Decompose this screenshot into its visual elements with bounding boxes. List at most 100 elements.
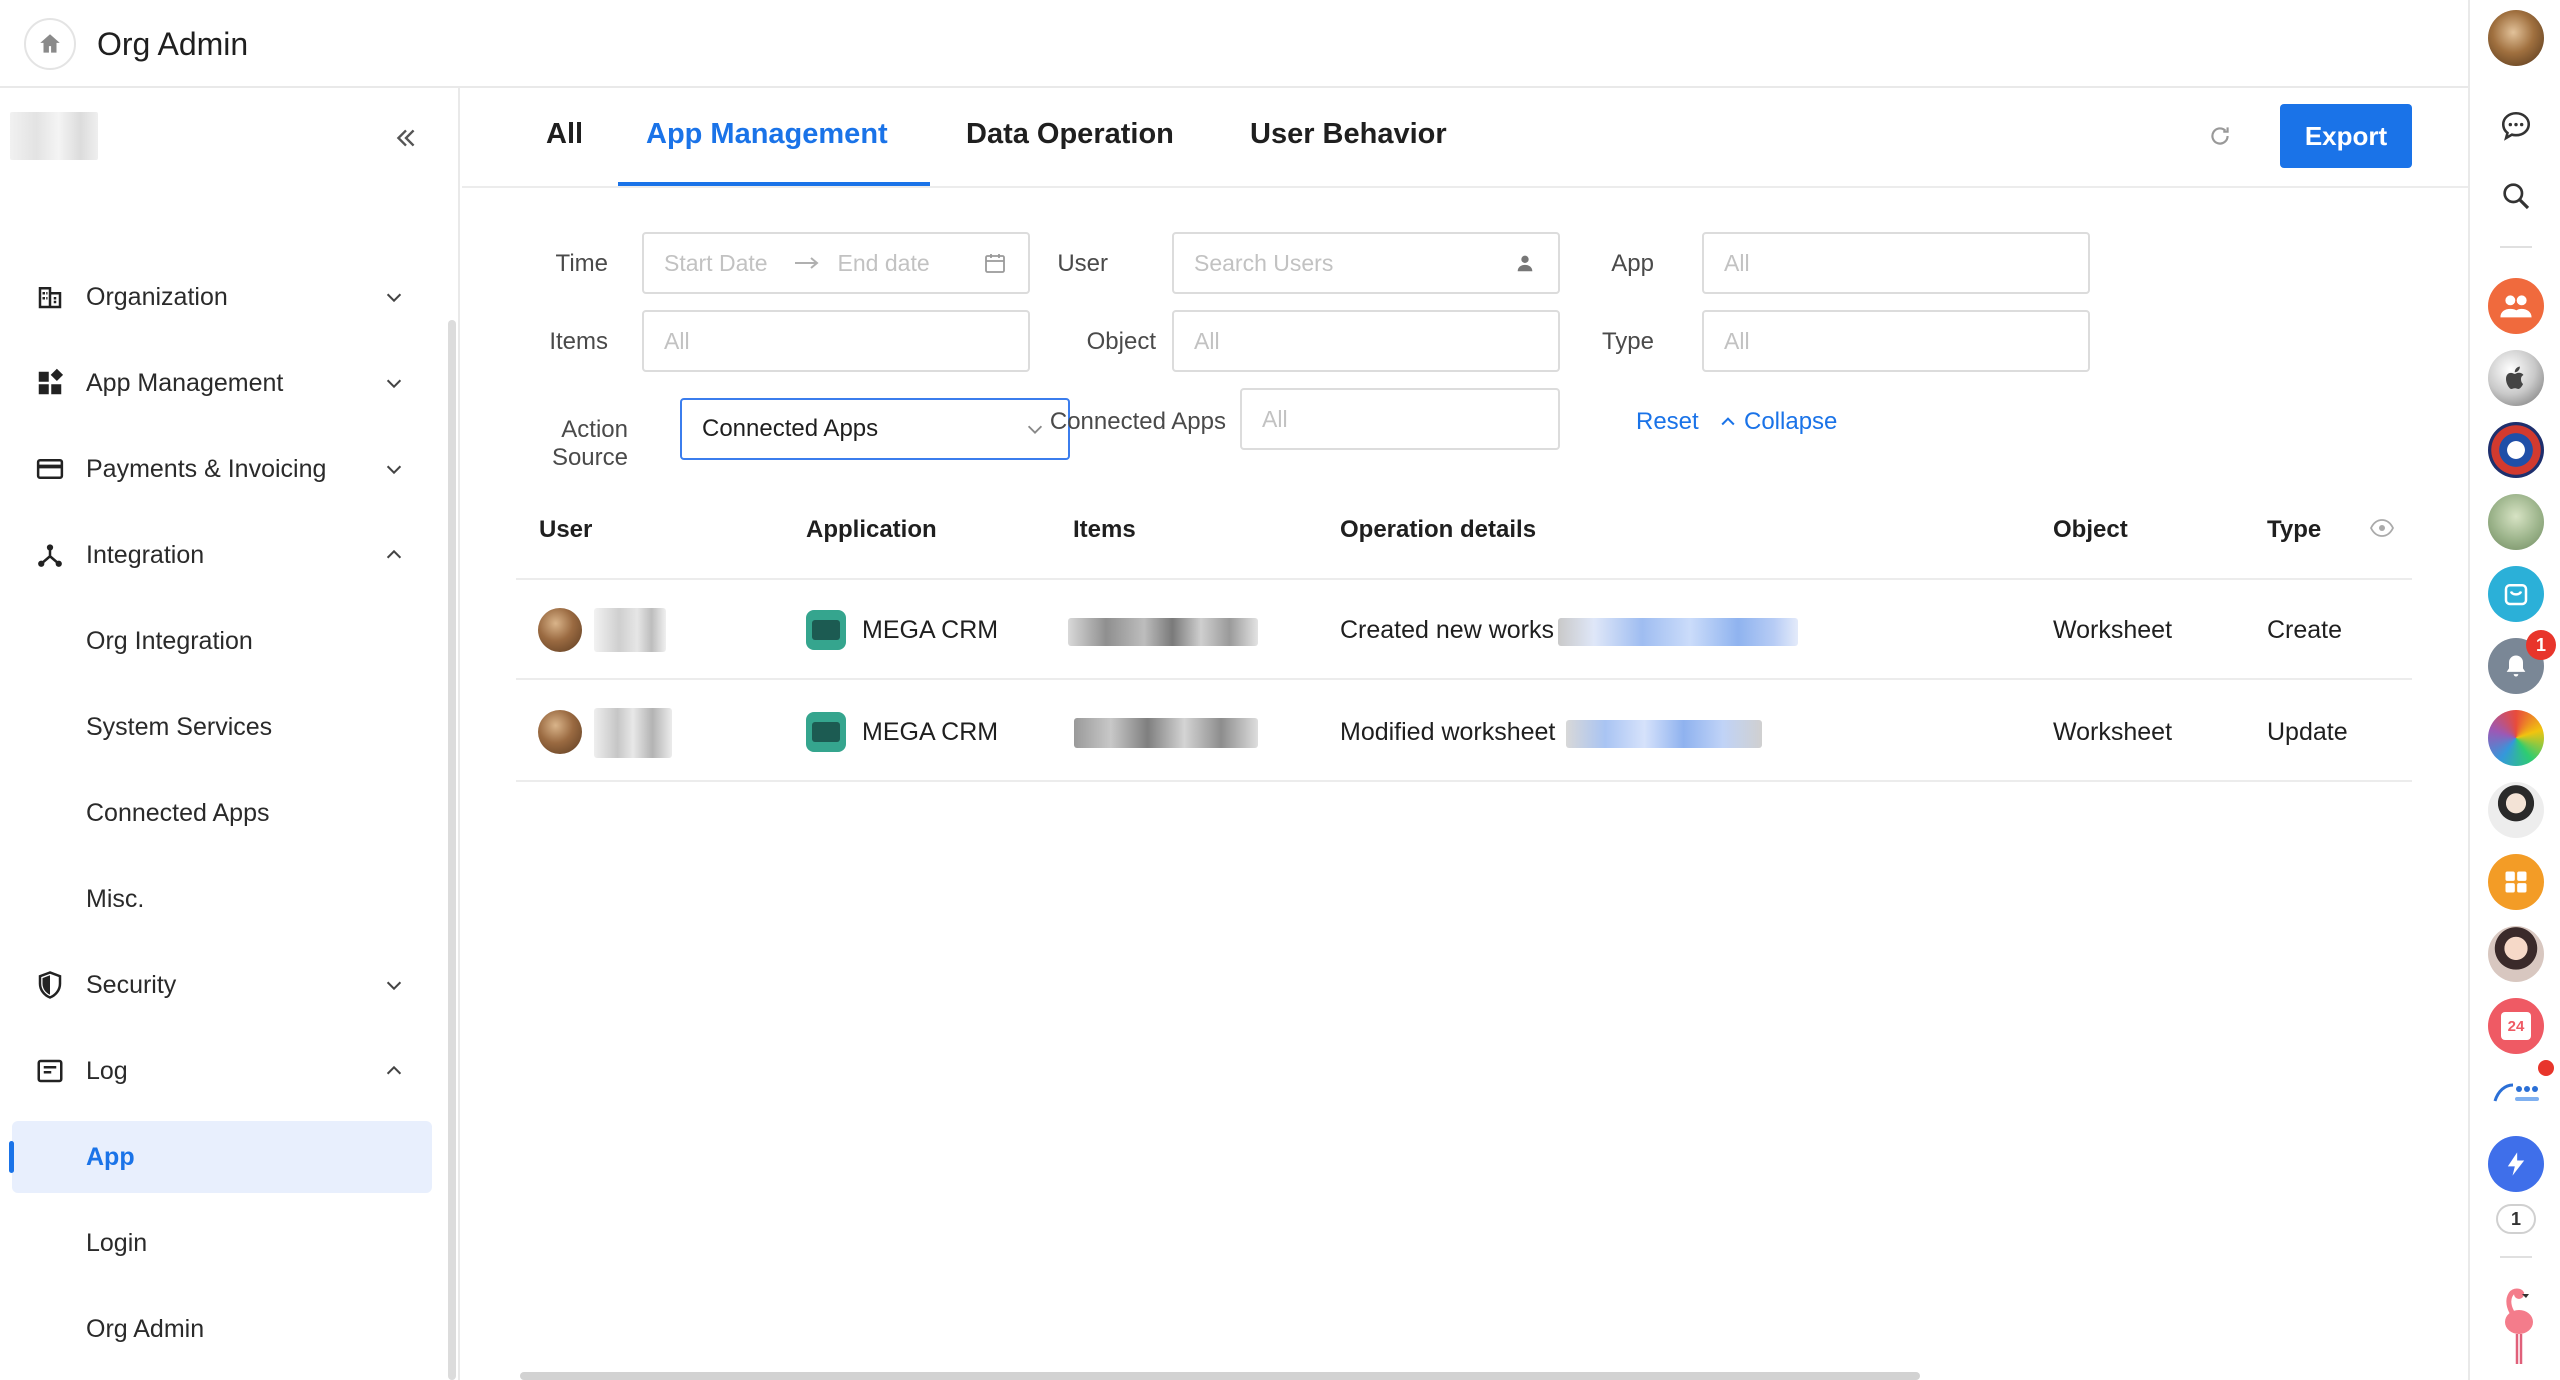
user-name-redacted — [594, 708, 672, 758]
user-label: User — [1057, 250, 1108, 277]
user-search-input[interactable]: Search Users — [1172, 232, 1560, 294]
ai-sparkle-app-icon[interactable] — [2488, 1136, 2544, 1192]
notification-badge: 1 — [2526, 630, 2556, 660]
avatar — [538, 608, 582, 652]
tab-data-operation[interactable]: Data Operation — [966, 118, 1174, 151]
refresh-button[interactable] — [2202, 118, 2238, 154]
shopping-bag-app-icon[interactable] — [2488, 566, 2544, 622]
sidebar-item-label: App Management — [86, 368, 284, 397]
sidebar-item-log-login[interactable]: Login — [0, 1200, 452, 1286]
eye-icon — [2369, 519, 2395, 537]
apple-app-icon[interactable] — [2488, 350, 2544, 406]
brand-logo-app-icon[interactable] — [2488, 1064, 2544, 1120]
chevron-down-icon — [380, 971, 408, 999]
items-select[interactable]: All — [642, 310, 1030, 372]
user-search-placeholder: Search Users — [1194, 249, 1334, 276]
sidebar-item-connected-apps[interactable]: Connected Apps — [0, 770, 452, 856]
column-visibility-button[interactable] — [2369, 518, 2395, 543]
reset-link[interactable]: Reset — [1636, 408, 1699, 436]
export-button[interactable]: Export — [2280, 104, 2412, 168]
sidebar-item-app-management[interactable]: App Management — [0, 340, 452, 426]
date-range-picker[interactable]: Start Date End date — [642, 232, 1030, 294]
operation-link-redacted[interactable] — [1558, 618, 1798, 646]
credit-card-icon — [34, 453, 66, 485]
application-cell: MEGA CRM — [862, 718, 999, 746]
row-divider — [516, 678, 2412, 680]
chevron-down-icon — [380, 283, 408, 311]
calendar-app-icon[interactable]: 24 — [2488, 998, 2544, 1054]
end-date-input[interactable]: End date — [838, 250, 930, 277]
tab-app-management[interactable]: App Management — [646, 118, 888, 151]
home-button[interactable] — [24, 18, 76, 70]
chevron-up-icon — [380, 1057, 408, 1085]
captain-shield-app-icon[interactable] — [2488, 422, 2544, 478]
user-avatar[interactable] — [2488, 10, 2544, 66]
flamingo-mascot-icon[interactable] — [2490, 1282, 2542, 1372]
col-header-operation-details[interactable]: Operation details — [1340, 516, 1536, 544]
chevron-up-icon — [1721, 417, 1735, 426]
count-pill[interactable]: 1 — [2496, 1204, 2536, 1234]
row-divider — [516, 780, 2412, 782]
sidebar-item-label: Integration — [86, 540, 205, 569]
search-icon[interactable] — [2496, 176, 2536, 216]
object-select[interactable]: All — [1172, 310, 1560, 372]
col-header-user[interactable]: User — [539, 516, 592, 544]
integration-icon — [34, 539, 66, 571]
sidebar-item-security[interactable]: Security — [0, 942, 452, 1028]
items-cell-redacted — [1068, 618, 1258, 646]
sidebar-item-organization[interactable]: Organization — [0, 254, 452, 340]
person-avatar-icon[interactable] — [2488, 782, 2544, 838]
operation-details-cell: Created new works — [1340, 616, 1554, 644]
tab-bar: All App Management Data Operation User B… — [462, 88, 2468, 188]
collapse-sidebar-button[interactable] — [388, 122, 424, 154]
object-cell: Worksheet — [2053, 718, 2173, 746]
sidebar-scrollbar[interactable] — [448, 320, 456, 1380]
contacts-app-icon[interactable] — [2488, 278, 2544, 334]
sidebar-item-label: Security — [86, 970, 177, 999]
type-select[interactable]: All — [1702, 310, 2090, 372]
tab-all[interactable]: All — [546, 118, 583, 151]
org-logo — [10, 112, 98, 160]
chat-icon[interactable] — [2496, 106, 2536, 146]
calendar-day: 24 — [2501, 1012, 2531, 1040]
double-chevron-left-icon — [396, 129, 415, 147]
table-header-divider — [516, 578, 2412, 580]
operation-link-redacted[interactable] — [1566, 720, 1762, 748]
tab-user-behavior[interactable]: User Behavior — [1250, 118, 1447, 151]
collapse-link[interactable]: Collapse — [1718, 408, 1837, 436]
horizontal-scrollbar[interactable] — [520, 1372, 1920, 1380]
col-header-application[interactable]: Application — [806, 516, 937, 544]
col-header-object[interactable]: Object — [2053, 516, 2128, 544]
operation-details-cell: Modified worksheet — [1340, 718, 1556, 746]
user-name-redacted — [594, 608, 666, 652]
type-cell: Create — [2267, 616, 2343, 644]
sidebar-item-integration[interactable]: Integration — [0, 512, 452, 598]
object-cell: Worksheet — [2053, 616, 2173, 644]
col-header-items[interactable]: Items — [1073, 516, 1136, 544]
connected-apps-select[interactable]: All — [1240, 388, 1560, 450]
col-header-type[interactable]: Type — [2267, 516, 2321, 544]
sidebar-item-org-integration[interactable]: Org Integration — [0, 598, 452, 684]
app-select[interactable]: All — [1702, 232, 2090, 294]
sidebar-item-payments[interactable]: Payments & Invoicing — [0, 426, 452, 512]
sidebar-item-log-app[interactable]: App — [9, 1121, 432, 1193]
illustrated-avatar-icon[interactable] — [2488, 494, 2544, 550]
sidebar-item-system-services[interactable]: System Services — [0, 684, 452, 770]
log-icon — [34, 1055, 66, 1087]
items-label: Items — [549, 328, 608, 355]
chevron-down-icon — [380, 369, 408, 397]
action-source-select[interactable]: Connected Apps — [680, 398, 1070, 460]
active-tab-indicator — [618, 182, 930, 186]
sidebar-item-misc[interactable]: Misc. — [0, 856, 452, 942]
sidebar-item-label: Payments & Invoicing — [86, 454, 327, 483]
unread-dot — [2538, 1060, 2554, 1076]
grid-app-icon[interactable] — [2488, 854, 2544, 910]
top-header: Org Admin — [0, 0, 2468, 88]
woman-avatar-icon[interactable] — [2488, 926, 2544, 982]
sidebar-item-log-org-admin[interactable]: Org Admin — [0, 1286, 452, 1372]
sidebar-item-log[interactable]: Log — [0, 1028, 452, 1114]
start-date-input[interactable]: Start Date — [664, 250, 768, 277]
time-label: Time — [555, 250, 608, 277]
collapse-label: Collapse — [1744, 408, 1838, 435]
team-colorful-app-icon[interactable] — [2488, 710, 2544, 766]
